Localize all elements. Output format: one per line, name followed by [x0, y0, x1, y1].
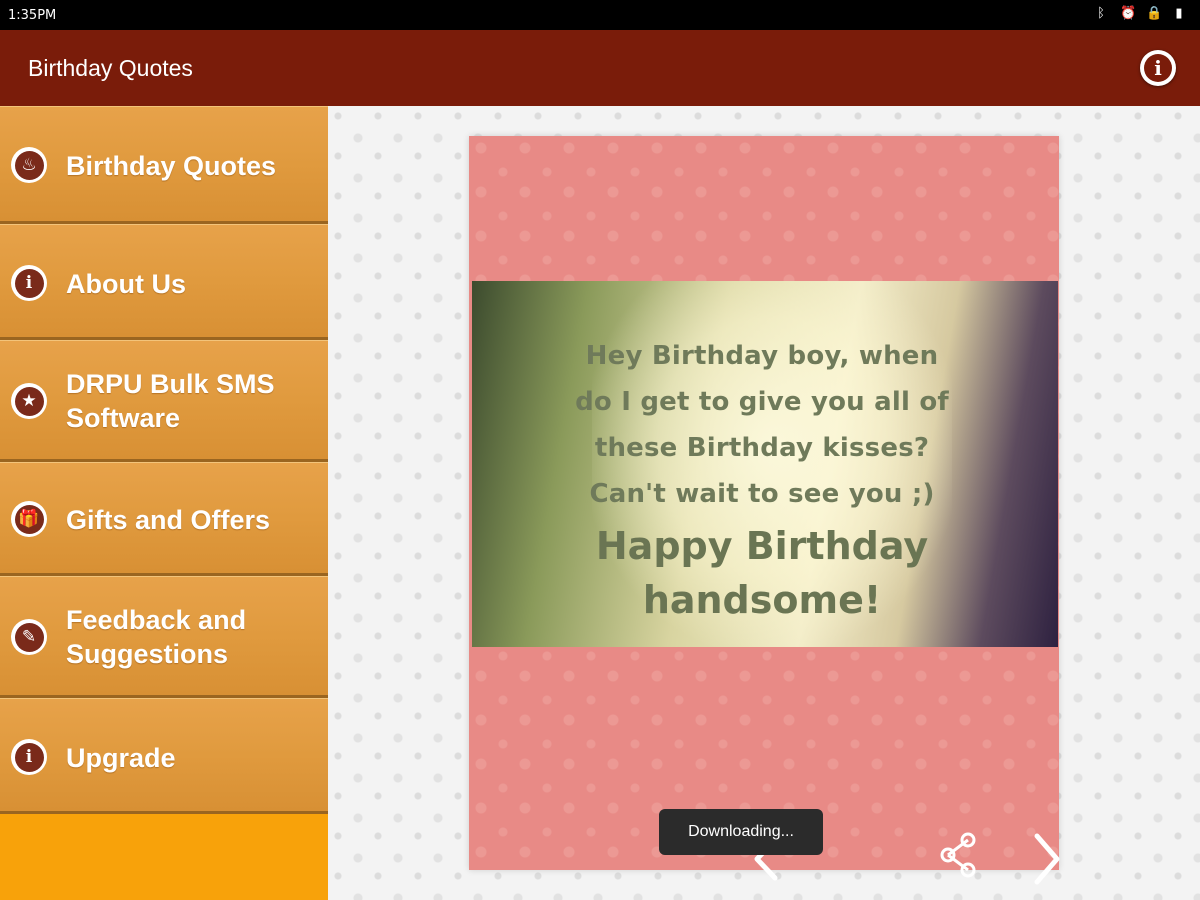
feedback-icon: ✎ [11, 619, 47, 655]
info-icon: i [11, 265, 47, 301]
quote-image: Hey Birthday boy, when do I get to give … [472, 281, 1058, 647]
quote-card: Hey Birthday boy, when do I get to give … [469, 136, 1060, 885]
sidebar-item-label: Gifts and Offers [66, 505, 271, 535]
battery-icon: ▮ [1175, 6, 1183, 21]
star-icon: ★ [11, 383, 47, 419]
sidebar-item-feedback[interactable]: ✎ Feedback and Suggestions [0, 576, 328, 698]
quote-line: do I get to give you all of [575, 387, 949, 417]
sidebar-item-label: Feedback and Suggestions [66, 605, 247, 669]
bluetooth-icon: ᛒ [1097, 6, 1105, 21]
headline-line: Happy Birthday [595, 524, 929, 568]
sidebar-item-upgrade[interactable]: i Upgrade [0, 698, 328, 814]
info-button[interactable]: i [1140, 50, 1176, 86]
sidebar-item-drpu-bulk-sms[interactable]: ★ DRPU Bulk SMS Software [0, 340, 328, 462]
quote-line: Can't wait to see you ;) [589, 479, 935, 509]
sidebar-item-label: About Us [66, 269, 186, 299]
sidebar-item-gifts-and-offers[interactable]: 🎁 Gifts and Offers [0, 462, 328, 576]
sidebar-item-label: Birthday Quotes [66, 151, 277, 181]
share-icon[interactable] [936, 830, 980, 880]
app-bar: Birthday Quotes i [0, 30, 1200, 106]
lock-icon: 🔒 [1146, 6, 1163, 21]
headline-line: handsome! [642, 578, 882, 622]
quote-line: Hey Birthday boy, when [585, 341, 939, 371]
quote-text: Hey Birthday boy, when do I get to give … [572, 333, 952, 517]
chevron-right-icon[interactable] [1027, 831, 1067, 887]
sidebar-item-about-us[interactable]: i About Us [0, 224, 328, 340]
navigation-drawer: ♨ Birthday Quotes i About Us ★ DRPU Bulk… [0, 106, 328, 900]
alarm-icon: ⏰ [1120, 6, 1137, 21]
info-icon: i [11, 739, 47, 775]
gift-icon: 🎁 [11, 501, 47, 537]
downloading-toast: Downloading... [659, 809, 823, 855]
cake-icon: ♨ [11, 147, 47, 183]
app-title: Birthday Quotes [28, 55, 193, 81]
sidebar-item-label: DRPU Bulk SMS Software [66, 369, 275, 433]
main-content: Hey Birthday boy, when do I get to give … [328, 106, 1200, 900]
status-time: 1:35PM [8, 8, 57, 23]
status-icons: ᛒ ⏰ 🔒 ▮ [1094, 7, 1186, 21]
quote-line: these Birthday kisses? [594, 433, 930, 463]
sidebar-item-birthday-quotes[interactable]: ♨ Birthday Quotes [0, 106, 328, 224]
sidebar-item-label: Upgrade [66, 743, 176, 773]
status-bar: 1:35PM ᛒ ⏰ 🔒 ▮ [0, 0, 1200, 30]
quote-headline: Happy Birthday handsome! [572, 519, 952, 627]
info-icon: i [1144, 54, 1172, 82]
